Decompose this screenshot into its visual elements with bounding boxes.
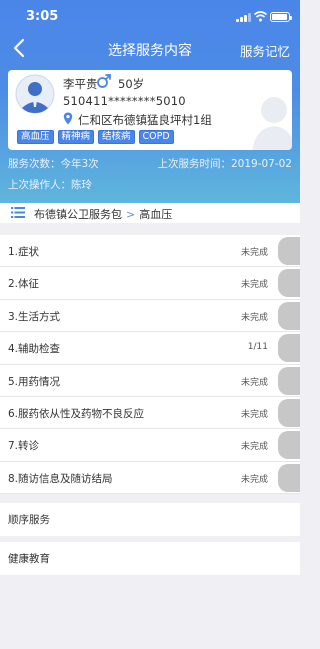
item-label: 7.转诊 bbox=[8, 440, 40, 453]
tag-mental-illness: 精神病 bbox=[57, 130, 95, 144]
row-side-tab[interactable] bbox=[278, 398, 300, 427]
health-education-label: 健康教育 bbox=[8, 553, 50, 565]
list-item[interactable]: 4.辅助检查 1/11 bbox=[0, 332, 300, 365]
item-label: 1.症状 bbox=[8, 246, 40, 258]
service-item-list: 1.症状 未完成 2.体征 未完成 3.生活方式 未完成 4.辅助检查 1/11… bbox=[0, 235, 300, 495]
list-item[interactable]: 5.用药情况 未完成 bbox=[0, 364, 300, 397]
row-side-tab[interactable] bbox=[278, 334, 300, 363]
patient-id-number: 510411********5010 bbox=[63, 94, 186, 108]
silhouette-placeholder-icon bbox=[252, 97, 292, 150]
location-pin-icon bbox=[63, 112, 73, 125]
list-item[interactable]: 8.随访信息及随访结局 未完成 bbox=[0, 461, 300, 495]
patient-card[interactable]: 李平贵 50岁 510411********5010 仁和区布德镇猛良坪村1组 … bbox=[8, 70, 292, 150]
patient-address: 仁和区布德镇猛良坪村1组 bbox=[78, 113, 212, 127]
row-side-tab[interactable] bbox=[278, 463, 300, 492]
list-item[interactable]: 2.体征 未完成 bbox=[0, 267, 300, 300]
disease-tags: 高血压 精神病 结核病 COPD bbox=[17, 130, 174, 144]
item-status: 未完成 bbox=[240, 377, 268, 388]
row-side-tab[interactable] bbox=[278, 301, 300, 330]
sequential-service-button[interactable]: 顺序服务 bbox=[0, 503, 300, 536]
item-status: 未完成 bbox=[240, 409, 268, 420]
breadcrumb-package[interactable]: 布德镇公卫服务包 bbox=[34, 208, 122, 221]
list-item[interactable]: 6.服药依从性及药物不良反应 未完成 bbox=[0, 396, 300, 430]
status-bar: 3:05 bbox=[0, 0, 300, 34]
breadcrumb-current: 高血压 bbox=[139, 208, 173, 221]
service-memory-button[interactable]: 服务记忆 bbox=[240, 41, 290, 60]
service-count: 服务次数：今年3次 bbox=[8, 158, 99, 170]
list-item[interactable]: 3.生活方式 未完成 bbox=[0, 299, 300, 333]
last-service-time: 上次服务时间：2019-07-02 bbox=[157, 158, 292, 170]
breadcrumb-separator: > bbox=[126, 208, 136, 221]
item-status: 未完成 bbox=[240, 248, 268, 258]
status-time: 3:05 bbox=[26, 9, 59, 24]
item-status: 未完成 bbox=[240, 442, 268, 453]
row-side-tab[interactable] bbox=[278, 431, 300, 460]
item-status: 未完成 bbox=[240, 474, 268, 485]
male-icon bbox=[97, 74, 111, 88]
item-label: 6.服药依从性及药物不良反应 bbox=[8, 407, 145, 420]
item-label: 3.生活方式 bbox=[8, 310, 61, 323]
item-status: 1/11 bbox=[247, 342, 268, 353]
avatar-icon bbox=[15, 74, 55, 114]
tag-hypertension: 高血压 bbox=[17, 130, 54, 144]
sequential-service-label: 顺序服务 bbox=[8, 514, 50, 526]
patient-age: 50岁 bbox=[118, 77, 145, 91]
navigation-bar: 选择服务内容 服务记忆 bbox=[0, 34, 300, 64]
item-status: 未完成 bbox=[240, 280, 268, 291]
row-side-tab[interactable] bbox=[278, 366, 300, 395]
health-education-button[interactable]: 健康教育 bbox=[0, 542, 300, 575]
last-operator: 上次操作人：陈玲 bbox=[8, 179, 92, 191]
list-item[interactable]: 7.转诊 未完成 bbox=[0, 429, 300, 462]
breadcrumb: 布德镇公卫服务包 > 高血压 bbox=[0, 203, 300, 223]
patient-name: 李平贵 bbox=[63, 77, 98, 91]
list-icon bbox=[11, 207, 25, 218]
item-label: 5.用药情况 bbox=[8, 375, 61, 388]
item-label: 4.辅助检查 bbox=[8, 343, 61, 356]
tag-tuberculosis: 结核病 bbox=[98, 130, 135, 144]
row-side-tab[interactable] bbox=[278, 269, 300, 298]
battery-icon bbox=[270, 12, 292, 22]
tag-copd: COPD bbox=[138, 130, 174, 144]
list-item[interactable]: 1.症状 未完成 bbox=[0, 235, 300, 268]
row-side-tab[interactable] bbox=[278, 237, 300, 265]
signal-icon bbox=[236, 13, 251, 22]
item-label: 2.体征 bbox=[8, 278, 40, 291]
wifi-icon bbox=[254, 11, 267, 22]
service-stats-row: 服务次数：今年3次 上次服务时间：2019-07-02 bbox=[0, 156, 300, 170]
item-status: 未完成 bbox=[240, 312, 268, 323]
item-label: 8.随访信息及随访结局 bbox=[8, 472, 113, 485]
